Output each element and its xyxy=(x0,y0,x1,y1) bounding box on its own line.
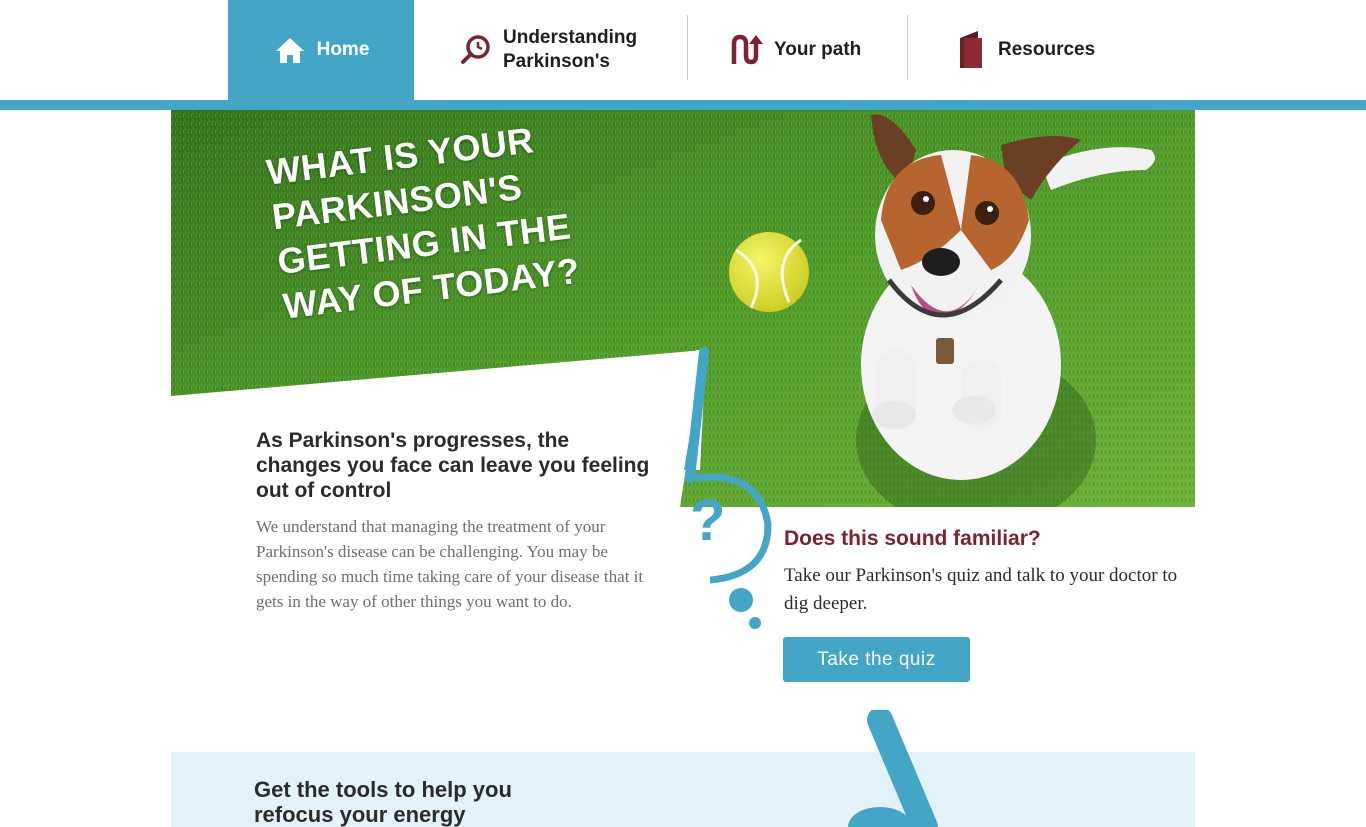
quiz-text: Take our Parkinson's quiz and talk to yo… xyxy=(784,565,1178,614)
tools-heading: Get the tools to help you refocus your e… xyxy=(254,777,512,827)
top-navigation: Home Understanding Parkinson's Your path… xyxy=(0,0,1366,100)
nav-item-label: Parkinson's xyxy=(503,51,610,72)
pointer-decoration xyxy=(848,710,938,827)
nav-item-resources[interactable]: Resources xyxy=(908,0,1148,100)
tennis-ball xyxy=(729,232,809,312)
quiz-heading: Does this sound familiar? xyxy=(784,527,1041,550)
nav-item-home[interactable]: Home xyxy=(228,0,414,100)
path-arrow-icon xyxy=(730,32,764,68)
nav-item-your-path[interactable]: Your path xyxy=(688,0,907,100)
home-icon xyxy=(273,32,307,68)
nav-item-understanding-parkinsons[interactable]: Understanding Parkinson's xyxy=(414,0,687,100)
take-quiz-button[interactable]: Take the quiz xyxy=(783,637,970,682)
book-icon xyxy=(954,31,988,68)
nav-item-label: Understanding xyxy=(503,27,638,48)
intro-body: We understand that managing the treatmen… xyxy=(256,517,644,611)
intro-heading: As Parkinson's progresses, the changes y… xyxy=(256,429,650,502)
magnifier-icon xyxy=(459,32,493,68)
question-mark-icon: ? xyxy=(690,488,726,553)
nav-accent-bar xyxy=(0,100,1366,110)
nav-item-label: Home xyxy=(316,39,370,60)
nav-item-label: Resources xyxy=(998,39,1096,60)
nav-item-label: Your path xyxy=(774,39,862,60)
